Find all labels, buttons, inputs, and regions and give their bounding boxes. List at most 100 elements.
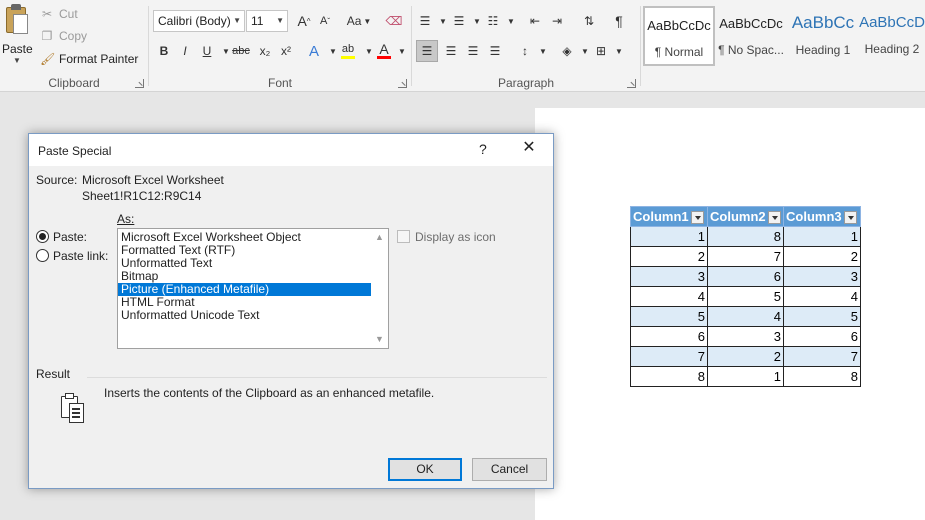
paste-link-radio[interactable] (36, 249, 49, 262)
list-item[interactable]: Unformatted Text (118, 257, 388, 270)
decrease-indent-icon[interactable]: ⇤ (526, 10, 544, 32)
table-cell: 1 (707, 366, 784, 387)
text-effects-button[interactable]: A (305, 40, 323, 62)
scissors-icon: ✂ (41, 7, 53, 21)
font-name-box[interactable]: Calibri (Body) ▼ (153, 10, 245, 32)
copy-label: Copy (59, 29, 88, 43)
shrink-font-label: A (319, 15, 328, 27)
ok-button[interactable]: OK (388, 458, 462, 481)
align-center-icon[interactable]: ☰ (442, 40, 460, 62)
subscript-button[interactable]: x₂ (256, 40, 274, 62)
underline-button[interactable]: U (198, 40, 216, 62)
table-cell: 8 (707, 226, 784, 247)
align-right-icon[interactable]: ☰ (464, 40, 482, 62)
cut-button[interactable]: ✂ Cut (40, 4, 78, 24)
style-sample: AaBbCcD (859, 14, 925, 31)
paste-link-radio-label[interactable]: Paste link: (53, 249, 108, 263)
dialog-titlebar[interactable]: Paste Special ? ✕ (29, 134, 553, 166)
font-color-dropdown-icon[interactable]: ▼ (393, 40, 411, 62)
change-case-button[interactable]: Aa ▼ (344, 10, 374, 32)
copy-button[interactable]: ❐ Copy (40, 26, 87, 46)
text-effects-label: A (308, 42, 319, 60)
style-no-spacing[interactable]: AaBbCcDc ¶ No Spac... (715, 6, 787, 66)
italic-button[interactable]: I (176, 40, 194, 62)
scroll-up-icon[interactable]: ▲ (371, 229, 388, 246)
font-group: Calibri (Body) ▼ 11 ▼ A ^ Aˇ Aa ▼ ⌫ B I U … (149, 0, 411, 92)
table-header-cell: Column1 (630, 206, 708, 227)
align-left-icon[interactable]: ☰ (416, 40, 438, 62)
paste-radio[interactable] (36, 230, 49, 243)
bold-button[interactable]: B (155, 40, 173, 62)
borders-dropdown-icon[interactable]: ▼ (610, 40, 628, 62)
table-cell: 4 (783, 286, 861, 307)
clear-formatting-icon[interactable]: ⌫ (385, 10, 403, 32)
line-spacing-dropdown-icon[interactable]: ▼ (534, 40, 552, 62)
clipboard-launcher-icon[interactable] (135, 79, 144, 88)
paste-dropdown-icon[interactable]: ▼ (2, 56, 32, 65)
multilevel-dropdown-icon[interactable]: ▼ (502, 10, 520, 32)
style-heading-1[interactable]: AaBbCc Heading 1 (787, 6, 859, 66)
sort-icon[interactable]: ⇅ (580, 10, 598, 32)
paste-radio-label[interactable]: Paste: (53, 230, 87, 244)
font-launcher-icon[interactable] (398, 79, 407, 88)
result-label: Result (36, 367, 71, 381)
display-as-icon-checkbox[interactable] (397, 230, 410, 243)
strikethrough-button[interactable]: abc (232, 40, 250, 62)
scroll-down-icon[interactable]: ▼ (371, 331, 388, 348)
chevron-down-icon[interactable]: ▼ (276, 11, 284, 31)
table-row: 454 (630, 286, 861, 307)
table-cell: 2 (707, 346, 784, 367)
filter-dropdown-icon[interactable] (767, 211, 781, 225)
result-text: Inserts the contents of the Clipboard as… (104, 386, 435, 400)
justify-icon[interactable]: ☰ (486, 40, 504, 62)
style-sample: AaBbCcDc (647, 18, 711, 33)
bullets-icon[interactable]: ☰ (416, 10, 434, 32)
style-name: Heading 1 (795, 43, 851, 57)
style-normal[interactable]: AaBbCcDc ¶ Normal (643, 6, 715, 66)
cancel-button[interactable]: Cancel (472, 458, 547, 481)
format-painter-button[interactable]: 🖌 Format Painter (40, 49, 138, 69)
help-button[interactable]: ? (479, 141, 493, 157)
list-item[interactable]: Unformatted Unicode Text (118, 309, 388, 322)
table-cell: 3 (630, 266, 708, 287)
font-size-box[interactable]: 11 ▼ (246, 10, 288, 32)
pilcrow-icon[interactable]: ¶ (610, 10, 628, 32)
group-divider (640, 6, 641, 86)
line-spacing-icon[interactable]: ↕ (516, 40, 534, 62)
table-cell: 7 (783, 346, 861, 367)
table-cell: 5 (783, 306, 861, 327)
grow-font-button[interactable]: A ^ (295, 10, 313, 32)
listbox-scrollbar[interactable]: ▲ ▼ (371, 229, 388, 348)
numbering-icon[interactable]: ☰ (450, 10, 468, 32)
table-cell: 4 (707, 306, 784, 327)
paragraph-launcher-icon[interactable] (627, 79, 636, 88)
filter-dropdown-icon[interactable] (690, 211, 704, 225)
shading-icon[interactable]: ◈ (558, 40, 576, 62)
font-size-value: 11 (251, 14, 264, 28)
shrink-font-button[interactable]: Aˇ (316, 10, 334, 32)
filter-dropdown-icon[interactable] (843, 211, 857, 225)
table-header-row: Column1 Column2 Column3 (630, 206, 861, 227)
borders-icon[interactable]: ⊞ (592, 40, 610, 62)
dialog-title: Paste Special (38, 144, 112, 158)
excel-table: Column1 Column2 Column3 181 272 363 454 … (630, 206, 861, 387)
superscript-button[interactable]: x² (277, 40, 295, 62)
increase-indent-icon[interactable]: ⇥ (548, 10, 566, 32)
table-header-cell: Column2 (707, 206, 784, 227)
chevron-down-icon[interactable]: ▼ (233, 11, 241, 31)
paste-button[interactable]: Paste ▼ (2, 4, 33, 65)
close-button[interactable]: ✕ (521, 140, 537, 156)
style-heading-2[interactable]: AaBbCcD Heading 2 (859, 6, 925, 66)
style-sample: AaBbCcDc (719, 16, 783, 31)
table-row: 272 (630, 246, 861, 267)
header-label: Column2 (710, 208, 766, 224)
table-cell: 2 (630, 246, 708, 267)
style-name: ¶ Normal (654, 45, 704, 59)
multilevel-list-icon[interactable]: ☷ (484, 10, 502, 32)
font-color-button[interactable]: A (375, 38, 393, 60)
table-cell: 8 (783, 366, 861, 387)
table-cell: 3 (783, 266, 861, 287)
style-name: ¶ No Spac... (718, 43, 784, 57)
paste-as-listbox[interactable]: Microsoft Excel Worksheet Object Formatt… (117, 228, 389, 349)
highlight-button[interactable]: ab (339, 38, 357, 60)
